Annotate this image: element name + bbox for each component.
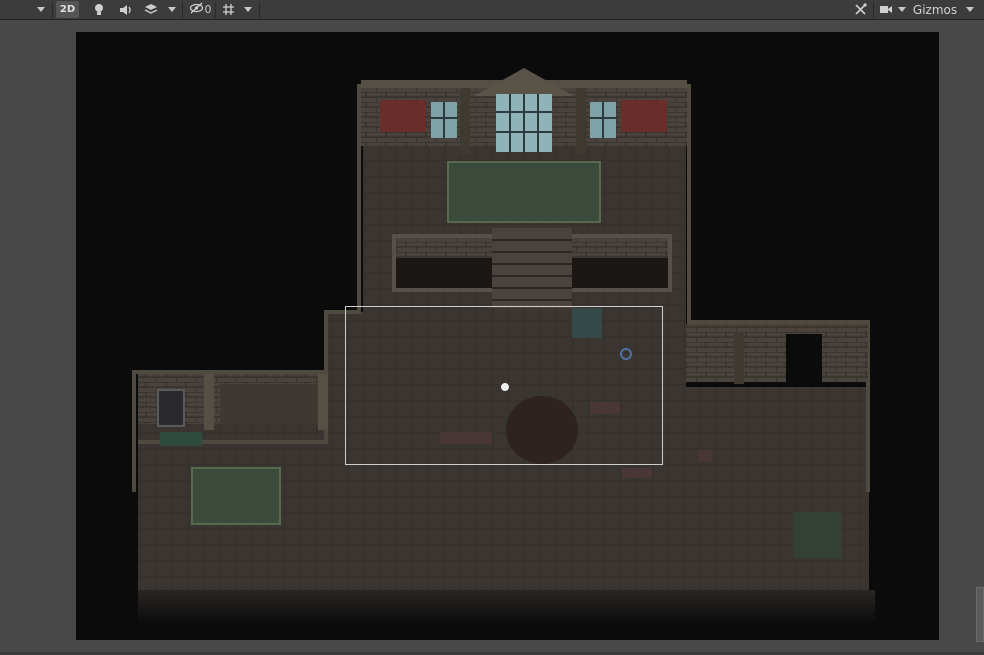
west-wall [138,374,328,430]
gizmos-button[interactable]: Gizmos [911,1,959,18]
toolbar-separator [182,2,183,18]
camera-bounds-outline [345,306,663,465]
scene-scrollbar[interactable] [976,587,984,642]
grid-icon[interactable] [219,1,237,18]
toolbar-separator [873,2,874,18]
scene-visibility-toggle[interactable]: 0 [186,1,214,18]
effects-dropdown-caret-icon[interactable] [165,1,179,18]
north-wall [361,68,687,154]
gizmos-dropdown-caret-icon[interactable] [963,1,977,18]
2d-mode-button[interactable]: 2D [56,1,79,18]
wrench-icon[interactable] [851,1,869,18]
dropdown-caret-icon[interactable] [34,1,48,18]
eye-slash-icon [189,2,204,17]
toolbar-separator [52,2,53,18]
hidden-objects-count: 0 [204,3,212,16]
speaker-icon[interactable] [116,1,134,18]
toolbar-separator [215,2,216,18]
lightbulb-icon[interactable] [90,1,108,18]
upper-carpet [447,161,601,223]
lower-carpet [191,467,281,525]
camera-dropdown-caret-icon[interactable] [896,1,908,18]
layers-icon[interactable] [142,1,160,18]
scene-toolbar: 2D 0 Gizmos [0,0,984,20]
grid-dropdown-caret-icon[interactable] [241,1,255,18]
toolbar-separator [259,2,260,18]
camera-icon[interactable] [877,1,895,18]
east-wall [686,324,868,384]
